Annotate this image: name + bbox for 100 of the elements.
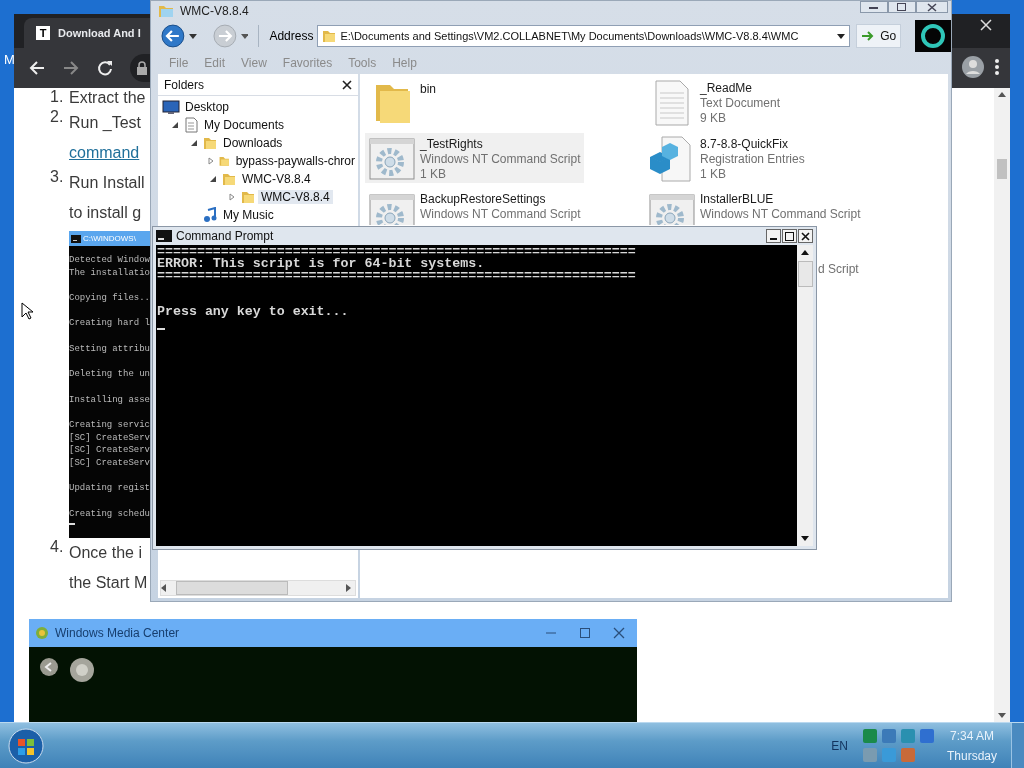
maximize-icon[interactable] <box>897 3 907 11</box>
close-icon[interactable] <box>342 79 352 90</box>
tree-item[interactable]: WMC-V8.8.4 <box>239 172 314 186</box>
scroll-left-arrow-icon[interactable] <box>161 584 166 592</box>
console-line: [SC] CreateServ <box>69 431 150 445</box>
round-button[interactable] <box>69 657 95 683</box>
tab-title: Download And I <box>58 27 141 39</box>
file-name: 8.7-8.8-QuickFix <box>700 136 790 152</box>
collapse-arrow-icon[interactable] <box>189 139 198 147</box>
arrow-icon <box>861 30 876 42</box>
console-line: Creating schedu <box>69 507 150 521</box>
maximize-button[interactable] <box>888 1 916 13</box>
step-text: to install g <box>69 203 143 223</box>
scroll-thumb[interactable] <box>798 261 813 287</box>
tree-item[interactable]: My Music <box>220 208 277 222</box>
collapse-arrow-icon[interactable] <box>170 121 179 129</box>
step-number: 2. <box>50 108 65 127</box>
console-line: ERROR: This script is for 64-bit systems. <box>157 258 486 270</box>
address-field[interactable]: E:\Documents and Settings\VM2.COLLABNET\My Documents\Downloads\WMC-V8.8.4\WMC <box>317 25 851 47</box>
minimize-icon[interactable] <box>869 4 879 10</box>
console-line: Creating servic <box>69 418 150 432</box>
gear-icon <box>368 135 416 183</box>
go-button[interactable]: Go <box>856 24 902 48</box>
back-icon[interactable] <box>161 24 185 48</box>
file-entry[interactable]: _TestRights Windows NT Command Script 1 KB <box>365 133 584 183</box>
address-bar[interactable] <box>130 54 150 82</box>
scroll-up-arrow-icon[interactable] <box>801 250 809 255</box>
scroll-down-arrow-icon[interactable] <box>998 713 1006 718</box>
gear-icon <box>648 191 696 225</box>
file-size: 1 KB <box>700 166 727 182</box>
reload-icon[interactable] <box>96 59 114 77</box>
console-icon <box>156 230 172 242</box>
folder-icon <box>202 135 218 151</box>
step-text: Once the i <box>69 543 143 563</box>
gear-icon <box>368 191 416 225</box>
scrollbar[interactable] <box>994 88 1010 722</box>
folder-icon <box>221 171 237 187</box>
file-name: BackupRestoreSettings <box>420 192 547 207</box>
file-entry[interactable]: _ReadMe Text Document 9 KB <box>645 77 784 127</box>
close-button[interactable] <box>916 1 948 13</box>
lock-icon <box>136 61 148 75</box>
scroll-down-arrow-icon[interactable] <box>801 536 809 541</box>
caret-icon[interactable] <box>188 33 197 39</box>
console-line: ============================================================ <box>157 270 637 282</box>
file-name: _TestRights <box>420 136 484 152</box>
step-number: 4. <box>50 538 65 557</box>
console-icon <box>71 234 81 243</box>
browser-tab[interactable]: T Download And I <box>24 18 150 48</box>
file-type: Windows NT Command Script <box>420 151 581 167</box>
cursor-icon <box>21 302 33 320</box>
panel-title: Folders <box>164 77 204 92</box>
console-line: Press any key to exit... <box>157 306 350 318</box>
text-cursor <box>157 328 165 330</box>
scrollbar[interactable] <box>160 580 356 596</box>
console-line: ============================================================ <box>157 246 637 258</box>
back-icon[interactable] <box>28 59 46 77</box>
console-line: Setting attribu <box>69 342 150 356</box>
tree-item[interactable]: Downloads <box>220 136 286 150</box>
tree-item[interactable]: bypass-paywalls-chror <box>232 154 358 168</box>
expand-arrow-icon[interactable] <box>207 157 216 165</box>
file-entry[interactable]: bin <box>365 77 439 127</box>
text-cursor <box>69 523 75 526</box>
collapse-arrow-icon[interactable] <box>208 175 217 183</box>
scroll-up-arrow-icon[interactable] <box>998 92 1006 97</box>
file-type: Text Document <box>700 95 781 111</box>
console-line: The installatio <box>69 266 150 280</box>
start-button[interactable] <box>8 727 44 764</box>
console-line: Creating hard l <box>69 317 150 331</box>
scroll-thumb[interactable] <box>997 159 1007 179</box>
window-title: C:\WINDOWS\ <box>83 234 136 243</box>
desktop-label: M <box>4 52 15 67</box>
file-size: 1 KB <box>420 166 447 182</box>
close-icon[interactable] <box>927 2 937 12</box>
file-type: Windows NT Command Script <box>420 207 581 222</box>
scroll-thumb[interactable] <box>176 581 288 595</box>
tree-item[interactable]: Desktop <box>182 100 233 114</box>
console-line: [SC] CreateServ <box>69 444 150 457</box>
tree-item[interactable]: WMC-V8.8.4 <box>258 190 333 204</box>
language-indicator[interactable]: EN <box>831 738 848 753</box>
link[interactable]: command <box>69 144 140 161</box>
forward-icon[interactable] <box>62 59 80 77</box>
expand-arrow-icon[interactable] <box>227 193 236 201</box>
file-entry[interactable]: 8.7-8.8-QuickFix Registration Entries 1 KB <box>645 133 808 183</box>
file-type: Registration Entries <box>700 151 805 167</box>
scrollbar[interactable] <box>797 245 813 546</box>
file-size: 9 KB <box>700 110 727 126</box>
file-name: InstallerBLUE <box>700 192 775 207</box>
app-icon <box>35 626 49 640</box>
ring-icon <box>919 22 948 50</box>
file-type: Windows NT Command Script <box>700 207 861 222</box>
document-icon <box>183 117 199 133</box>
tree-item[interactable]: My Documents <box>201 118 288 132</box>
window-title: Windows Media Center <box>55 626 180 640</box>
back-button[interactable] <box>39 657 59 677</box>
minimize-button[interactable] <box>860 1 888 13</box>
caret-icon[interactable] <box>837 33 846 39</box>
avatar-icon[interactable] <box>962 56 984 78</box>
menu-icon[interactable] <box>994 58 1000 76</box>
clock-day: Thursday <box>946 748 997 763</box>
scroll-right-arrow-icon[interactable] <box>346 584 351 592</box>
